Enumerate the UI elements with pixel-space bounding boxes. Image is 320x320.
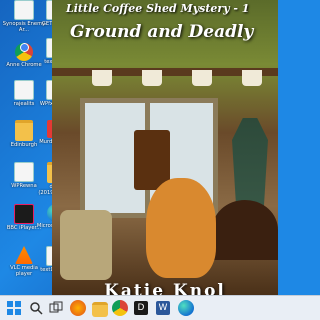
edge-icon[interactable] xyxy=(178,300,194,316)
app-d-icon[interactable]: D xyxy=(134,301,148,315)
file-explorer-icon[interactable] xyxy=(92,302,108,317)
chrome-icon[interactable] xyxy=(112,300,128,316)
book-series: Little Coffee Shed Mystery - 1 xyxy=(66,2,250,15)
folder-icon xyxy=(15,120,33,141)
firefox-icon[interactable] xyxy=(70,300,86,316)
bbc-iplayer-icon xyxy=(14,204,34,224)
mug xyxy=(142,70,162,86)
coffee-beans xyxy=(212,200,278,260)
document-icon xyxy=(14,0,34,20)
word-icon[interactable]: W xyxy=(156,301,170,315)
mug xyxy=(192,70,212,86)
cat xyxy=(146,178,216,278)
book-author: Katie Knol xyxy=(104,281,226,295)
search-icon[interactable] xyxy=(28,300,44,316)
task-view-icon[interactable] xyxy=(48,300,64,316)
windows-start-icon[interactable] xyxy=(6,300,22,316)
mug xyxy=(242,70,262,86)
coffee-sack xyxy=(60,210,112,280)
book-cover-image: Little Coffee Shed Mystery - 1 Ground an… xyxy=(52,0,278,295)
document-icon xyxy=(14,162,34,182)
chrome-icon xyxy=(15,43,33,61)
taskbar: D W xyxy=(0,295,320,320)
mug xyxy=(92,70,112,86)
desktop-background-strip xyxy=(278,0,320,295)
document-icon xyxy=(14,80,34,100)
desktop: Synopsis Enemy Ar... Anne Chrome rajeali… xyxy=(0,0,320,295)
book-title: Ground and Deadly xyxy=(70,22,254,42)
vlc-icon xyxy=(15,246,33,264)
